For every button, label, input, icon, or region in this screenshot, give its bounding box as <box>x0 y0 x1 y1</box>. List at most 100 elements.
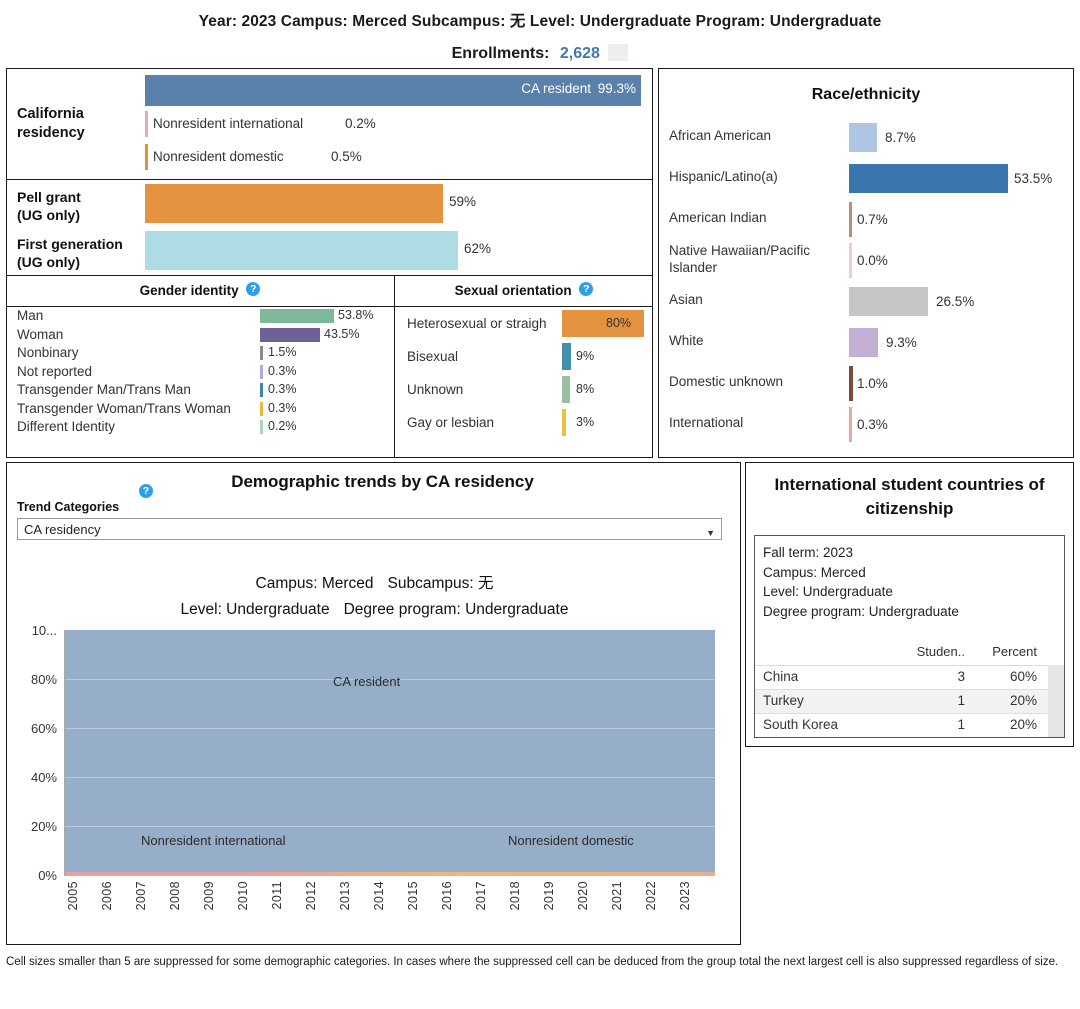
race-row[interactable]: Asian 26.5% <box>659 281 1073 322</box>
enrollments-label: Enrollments: <box>451 45 550 62</box>
first-generation-value: 62% <box>464 241 492 256</box>
residency-label-line1: California <box>17 106 84 122</box>
international-panel-title: International student countries of citiz… <box>774 475 1045 518</box>
chevron-down-icon[interactable]: ▼ <box>706 525 715 542</box>
race-value-asian: 26.5% <box>936 294 975 309</box>
race-row[interactable]: American Indian 0.7% <box>659 199 1073 240</box>
gender-label-not-reported: Not reported <box>17 363 93 379</box>
gender-row[interactable]: Transgender Man/Trans Man 0.3% <box>7 381 393 400</box>
gender-label-transgender-man: Transgender Man/Trans Man <box>17 382 191 397</box>
column-header-students: Studen.. <box>916 644 965 659</box>
table-scrollbar[interactable] <box>1048 665 1064 737</box>
pell-grant-value: 59% <box>449 194 477 209</box>
gender-bar-man[interactable] <box>260 309 334 323</box>
race-bar-american-indian[interactable] <box>849 202 852 237</box>
race-row[interactable]: International 0.3% <box>659 404 1073 445</box>
x-tick-label: 2023 <box>678 881 692 911</box>
chart-subtitle-degree-program: Degree program: Undergraduate <box>343 601 569 618</box>
table-row[interactable]: China 3 60% <box>755 665 1064 689</box>
table-row[interactable]: South Korea 1 20% <box>755 713 1064 737</box>
orientation-row[interactable]: Unknown 8% <box>395 373 653 406</box>
residency-value-nonresident-domestic: 0.5% <box>331 149 362 164</box>
orientation-value-bisexual: 9% <box>576 349 595 363</box>
orientation-row[interactable]: Bisexual 9% <box>395 340 653 373</box>
help-circle-icon[interactable]: ? <box>579 282 594 296</box>
residency-row[interactable]: Nonresident international 0.2% <box>145 107 648 140</box>
gender-row[interactable]: Man 53.8% <box>7 307 393 326</box>
race-bar-white[interactable] <box>849 328 878 357</box>
residency-row[interactable]: Nonresident domestic 0.5% <box>145 140 648 173</box>
column-header-percent: Percent <box>992 644 1037 659</box>
gender-value-man: 53.8% <box>338 308 374 322</box>
race-row[interactable]: Hispanic/Latino(a) 53.5% <box>659 158 1073 199</box>
gender-row[interactable]: Nonbinary 1.5% <box>7 344 393 363</box>
x-tick-label: 2014 <box>372 881 386 911</box>
orientation-bar-bisexual[interactable] <box>562 343 571 370</box>
pell-label-line1: Pell grant <box>17 189 81 205</box>
race-value-american-indian: 0.7% <box>857 212 888 227</box>
race-label-native-hawaiian: Native Hawaiian/Pacific Islander <box>669 243 811 275</box>
cell-students: 1 <box>957 717 965 732</box>
race-bar-domestic-unknown[interactable] <box>849 366 853 401</box>
pell-grant-bar[interactable] <box>145 184 443 223</box>
help-circle-icon[interactable]: ? <box>246 282 261 296</box>
first-generation-bar[interactable] <box>145 231 458 270</box>
race-row[interactable]: White 9.3% <box>659 322 1073 363</box>
gender-row[interactable]: Not reported 0.3% <box>7 363 393 382</box>
y-tick-label: 10... <box>31 623 57 638</box>
residency-bar-ca-resident[interactable]: CA resident 99.3% <box>145 75 641 106</box>
orientation-bar-gay-or-lesbian[interactable] <box>562 409 566 436</box>
orientation-bar-unknown[interactable] <box>562 376 570 403</box>
chart-subtitle-line1: Campus: Merced Subcampus: 无 <box>7 571 742 597</box>
pell-grant-row[interactable]: Pell grant (UG only) 59% <box>7 180 652 227</box>
help-circle-icon[interactable]: ? <box>139 484 153 498</box>
residency-row[interactable]: CA resident 99.3% <box>145 74 648 107</box>
race-bar-hispanic-latino[interactable] <box>849 164 1008 193</box>
gender-identity-title: Gender identity <box>139 283 239 298</box>
gender-row[interactable]: Transgender Woman/Trans Woman 0.3% <box>7 400 393 419</box>
orientation-bar-heterosexual[interactable] <box>562 310 644 337</box>
gender-label-nonbinary: Nonbinary <box>17 345 79 360</box>
residency-bar-value: 99.3% <box>597 81 636 96</box>
gender-bar-transgender-woman[interactable] <box>260 401 263 416</box>
pell-label-line2: (UG only) <box>17 207 80 223</box>
race-value-african-american: 8.7% <box>885 130 916 145</box>
x-tick-label: 2018 <box>508 881 522 911</box>
race-label-african-american: African American <box>669 128 772 143</box>
gender-value-woman: 43.5% <box>324 326 360 341</box>
orientation-row[interactable]: Heterosexual or straigh 80% <box>395 307 653 340</box>
x-tick-label: 2005 <box>66 881 80 911</box>
first-generation-row[interactable]: First generation (UG only) 62% <box>7 227 652 274</box>
chart-subtitle-level: Level: Undergraduate <box>180 601 330 618</box>
gender-bar-not-reported[interactable] <box>260 364 263 379</box>
race-bar-international[interactable] <box>849 407 852 442</box>
race-value-international: 0.3% <box>857 417 888 432</box>
gender-row[interactable]: Different Identity 0.2% <box>7 418 393 437</box>
gender-bar-transgender-man[interactable] <box>260 383 263 397</box>
gridline <box>65 728 715 729</box>
gender-identity-header: Gender identity ? <box>7 276 393 306</box>
race-bar-asian[interactable] <box>849 287 928 316</box>
gender-orientation-body: Man 53.8% Woman 43.5% Nonbinary 1.5% Not… <box>7 307 652 457</box>
gender-bar-nonbinary[interactable] <box>260 346 263 360</box>
trend-area-chart-plot[interactable]: CA resident Nonresident international No… <box>64 630 715 876</box>
x-tick-label: 2022 <box>644 881 658 911</box>
residency-bars: CA resident 99.3% Nonresident internatio… <box>145 74 648 173</box>
race-bar-african-american[interactable] <box>849 123 877 152</box>
x-tick-label: 2007 <box>134 881 148 911</box>
race-row[interactable]: Native Hawaiian/Pacific Islander 0.0% <box>659 240 1073 281</box>
trend-categories-select[interactable]: CA residency ▼ <box>17 518 722 540</box>
race-row[interactable]: African American 8.7% <box>659 117 1073 158</box>
chart-subtitle: Campus: Merced Subcampus: 无 Level: Underg… <box>7 571 742 623</box>
race-bar-native-hawaiian[interactable] <box>849 243 852 278</box>
table-row[interactable]: Turkey 1 20% <box>755 689 1064 713</box>
orientation-row[interactable]: Gay or lesbian 3% <box>395 406 653 439</box>
residency-bar-nonresident-international[interactable] <box>145 111 148 137</box>
gender-row[interactable]: Woman 43.5% <box>7 326 393 345</box>
residency-bar-nonresident-domestic[interactable] <box>145 144 148 170</box>
race-row[interactable]: Domestic unknown 1.0% <box>659 363 1073 404</box>
gender-bar-different-identity[interactable] <box>260 420 263 434</box>
cell-country: Turkey <box>763 693 804 708</box>
gender-bar-woman[interactable] <box>260 327 320 342</box>
firstgen-label-line2: (UG only) <box>17 254 80 270</box>
